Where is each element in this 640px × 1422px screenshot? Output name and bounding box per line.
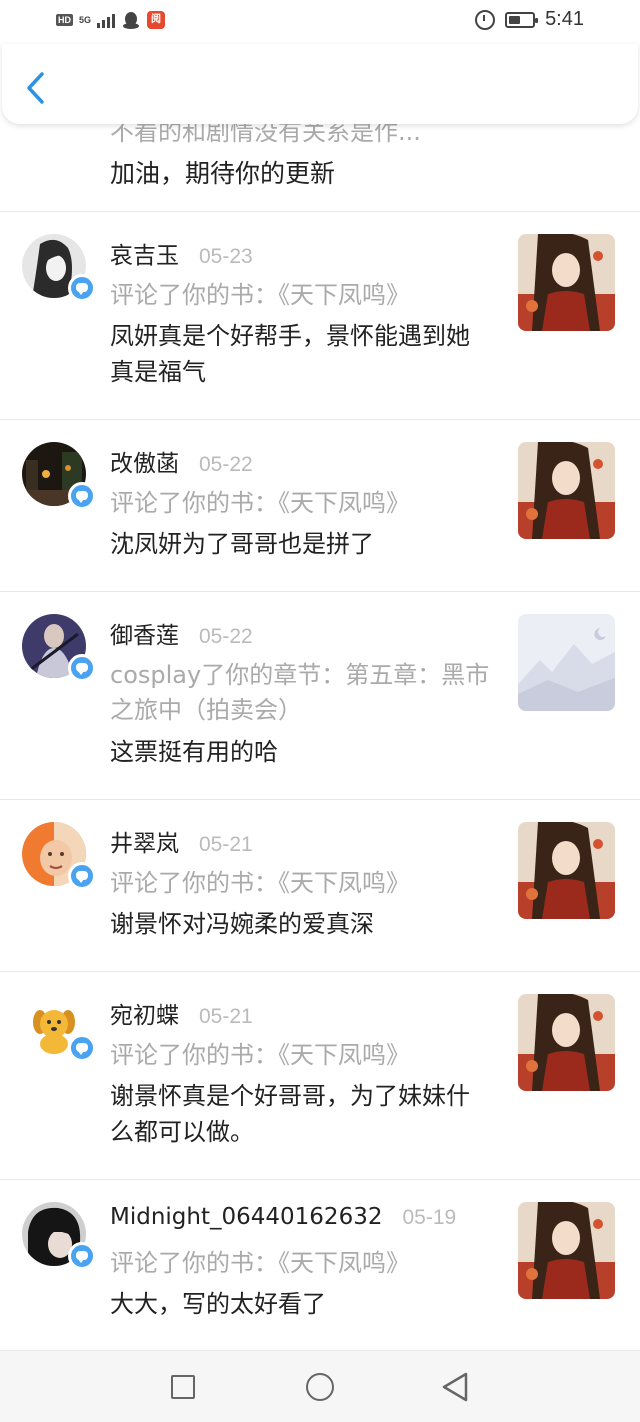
- username[interactable]: Midnight_06440162632: [110, 1204, 382, 1230]
- book-cover-thumbnail[interactable]: [518, 1202, 615, 1299]
- book-cover-thumbnail[interactable]: [518, 234, 615, 331]
- subtitle: cosplay了你的章节：第五章：黑市之旅中（拍卖会）: [110, 661, 490, 724]
- partial-comment: 加油，期待你的更新: [110, 159, 336, 188]
- list-item[interactable]: 御香莲 05-22 cosplay了你的章节：第五章：黑市之旅中（拍卖会） 这票…: [0, 592, 640, 800]
- hd-indicator: HD: [56, 14, 73, 26]
- list-item[interactable]: 改傲菡 05-22 评论了你的书：《天下凤鸣》 沈凤妍为了哥哥也是拼了: [0, 420, 640, 592]
- book-cover-thumbnail[interactable]: [518, 442, 615, 539]
- penguin-icon: [123, 12, 140, 29]
- comment-badge-icon: [68, 482, 96, 510]
- signal-icon: [97, 12, 116, 28]
- comment-text: 大大，写的太好看了: [110, 1290, 326, 1318]
- name-row: 哀吉玉 05-23: [110, 236, 253, 270]
- date: 05-23: [199, 245, 253, 268]
- book-cover-image-icon: [518, 234, 615, 331]
- list-item[interactable]: 哀吉玉 05-23 评论了你的书：《天下凤鸣》 凤妍真是个好帮手，景怀能遇到她真…: [0, 212, 640, 420]
- username[interactable]: 哀吉玉: [110, 236, 179, 270]
- comment-text: 凤妍真是个好帮手，景怀能遇到她真是福气: [110, 322, 470, 386]
- comment-text: 沈凤妍为了哥哥也是拼了: [110, 530, 374, 558]
- clock: 5:41: [545, 8, 584, 30]
- chapter-thumbnail[interactable]: [518, 614, 615, 711]
- chevron-left-icon[interactable]: [22, 68, 52, 108]
- system-nav-bar: [0, 1350, 640, 1422]
- date: 05-19: [402, 1206, 457, 1229]
- book-cover-thumbnail[interactable]: [518, 994, 615, 1091]
- list-item-partial[interactable]: 不看的和剧情没有关系是作... 加油，期待你的更新: [0, 124, 640, 212]
- landscape-placeholder-icon: [518, 614, 615, 711]
- name-row: 改傲菡 05-22: [110, 444, 253, 478]
- subtitle: 评论了你的书：《天下凤鸣》: [110, 869, 410, 897]
- name-row: 宛初蝶 05-21: [110, 996, 253, 1030]
- app-notification-icon: 阅: [147, 11, 166, 29]
- back-triangle-icon[interactable]: [440, 1371, 470, 1403]
- subtitle: 评论了你的书：《天下凤鸣》: [110, 1249, 410, 1277]
- name-row: Midnight_06440162632 05-19: [110, 1204, 456, 1230]
- list-item[interactable]: Midnight_06440162632 05-19 评论了你的书：《天下凤鸣》…: [0, 1180, 640, 1350]
- comment-text: 谢景怀真是个好哥哥，为了妹妹什么都可以做。: [110, 1082, 470, 1146]
- book-cover-image-icon: [518, 1202, 615, 1299]
- status-bar: HD 5G 阅 5:41: [0, 0, 640, 44]
- name-row: 御香莲 05-22: [110, 616, 253, 650]
- book-cover-image-icon: [518, 994, 615, 1091]
- comment-badge-icon: [68, 1034, 96, 1062]
- status-right: 5:41: [475, 8, 584, 31]
- book-cover-image-icon: [518, 822, 615, 919]
- battery-icon: [505, 11, 539, 28]
- alarm-icon: [475, 9, 496, 30]
- comment-badge-icon: [68, 1242, 96, 1270]
- partial-subtitle: 不看的和剧情没有关系是作...: [110, 124, 421, 146]
- list-item[interactable]: 井翠岚 05-21 评论了你的书：《天下凤鸣》 谢景怀对冯婉柔的爱真深: [0, 800, 640, 972]
- comment-badge-icon: [68, 274, 96, 302]
- 5g-indicator: 5G: [79, 14, 92, 25]
- subtitle: 评论了你的书：《天下凤鸣》: [110, 1041, 410, 1069]
- status-left: HD 5G 阅: [56, 10, 166, 30]
- list-item[interactable]: 宛初蝶 05-21 评论了你的书：《天下凤鸣》 谢景怀真是个好哥哥，为了妹妹什么…: [0, 972, 640, 1180]
- comment-text: 这票挺有用的哈: [110, 738, 278, 766]
- subtitle: 评论了你的书：《天下凤鸣》: [110, 281, 410, 309]
- home-icon[interactable]: [306, 1373, 334, 1401]
- username[interactable]: 御香莲: [110, 616, 179, 650]
- recent-apps-icon[interactable]: [171, 1375, 195, 1399]
- date: 05-22: [199, 625, 253, 648]
- book-cover-thumbnail[interactable]: [518, 822, 615, 919]
- name-row: 井翠岚 05-21: [110, 824, 253, 858]
- subtitle: 评论了你的书：《天下凤鸣》: [110, 489, 410, 517]
- username[interactable]: 宛初蝶: [110, 996, 179, 1030]
- date: 05-22: [199, 453, 253, 476]
- username[interactable]: 井翠岚: [110, 824, 179, 858]
- comment-badge-icon: [68, 654, 96, 682]
- book-cover-image-icon: [518, 442, 615, 539]
- comment-badge-icon: [68, 862, 96, 890]
- date: 05-21: [199, 833, 253, 856]
- comment-text: 谢景怀对冯婉柔的爱真深: [110, 910, 374, 938]
- top-nav-bar: [2, 44, 638, 124]
- date: 05-21: [199, 1005, 253, 1028]
- username[interactable]: 改傲菡: [110, 444, 179, 478]
- message-list[interactable]: 不看的和剧情没有关系是作... 加油，期待你的更新 哀吉玉 05-23 评论了你…: [0, 124, 640, 1350]
